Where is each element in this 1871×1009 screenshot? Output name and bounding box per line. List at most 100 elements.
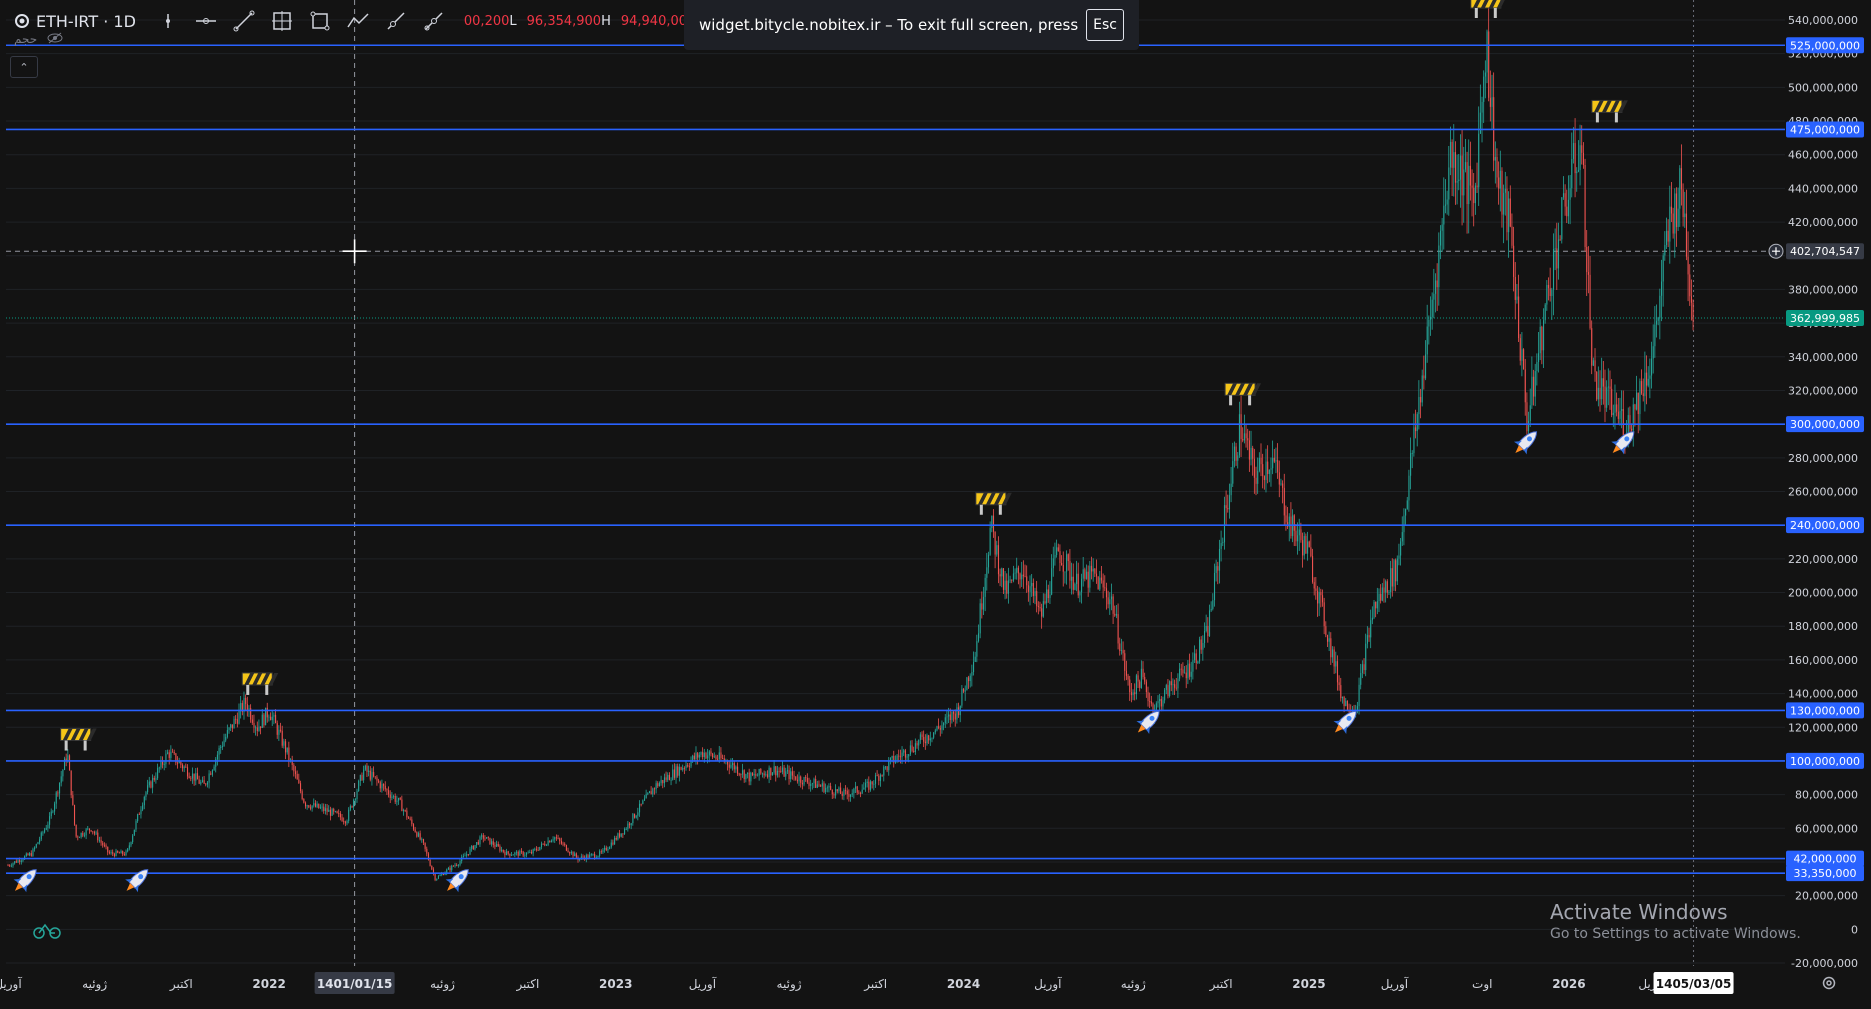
candle-body: [30, 853, 32, 857]
candle-body: [464, 855, 466, 857]
candle-body: [1516, 296, 1518, 300]
candle-body: [1177, 678, 1179, 689]
candle-body: [1225, 505, 1227, 509]
horizontal-line-icon[interactable]: [190, 5, 222, 37]
candle-body: [928, 735, 930, 741]
candle-body: [594, 854, 596, 858]
candle-body: [145, 792, 147, 797]
candle-body: [770, 767, 772, 776]
measure-icon[interactable]: [418, 5, 450, 37]
candle-body: [1656, 320, 1658, 325]
price-chart[interactable]: 540,000,000520,000,000500,000,000480,000…: [0, 0, 1871, 1009]
candle-body: [100, 840, 102, 843]
candle-body: [404, 810, 406, 811]
candle-body: [127, 848, 129, 852]
path-icon[interactable]: [342, 5, 374, 37]
candle-body: [1579, 145, 1581, 171]
candle-body: [761, 773, 764, 775]
candle-body: [1062, 565, 1064, 572]
candle-body: [1413, 427, 1415, 454]
candle-body: [1086, 571, 1088, 579]
candle-body: [1423, 375, 1425, 379]
rectangle-icon[interactable]: [304, 5, 336, 37]
candle-body: [117, 850, 119, 853]
candle-body: [607, 849, 609, 851]
candle-body: [874, 775, 877, 784]
candle-body: [185, 766, 187, 768]
candle-body: [562, 843, 564, 845]
candle-body: [1220, 543, 1222, 549]
candle-body: [348, 809, 350, 821]
fullscreen-notice-text: widget.bitycle.nobitex.ir – To exit full…: [698, 16, 1079, 34]
candle-body: [1087, 571, 1089, 588]
candle-body: [1280, 483, 1282, 485]
collapse-button[interactable]: ⌃: [10, 56, 38, 78]
candle-body: [1508, 198, 1510, 233]
candle-body: [1611, 388, 1613, 416]
candle-body: [1421, 375, 1423, 403]
candle-body: [662, 780, 664, 784]
candle-body: [457, 864, 459, 866]
candle-body: [1431, 299, 1433, 317]
candle-body: [497, 843, 499, 847]
candle-body: [614, 837, 616, 845]
x-tick-label: 2024: [947, 977, 980, 991]
candle-body: [168, 752, 170, 758]
candle-body: [1260, 457, 1262, 465]
candle-body: [205, 783, 207, 785]
candle-body: [732, 763, 734, 765]
candle-body: [848, 794, 850, 797]
candle-body: [801, 782, 803, 785]
candle-body: [1518, 296, 1520, 339]
candle-body: [1004, 580, 1006, 590]
candle-body: [1692, 302, 1694, 321]
volume-label[interactable]: حجم: [14, 32, 37, 47]
candle-body: [201, 780, 204, 782]
candle-body: [1366, 635, 1368, 644]
candle-body: [122, 851, 124, 855]
candle-body: [1425, 354, 1427, 379]
candle-body: [1541, 326, 1543, 351]
candle-body: [138, 814, 140, 815]
candle-body: [1237, 455, 1239, 461]
candle-body: [1302, 540, 1304, 556]
eye-hidden-icon[interactable]: [47, 32, 63, 47]
candle-body: [1243, 433, 1245, 441]
candle-body: [1536, 362, 1538, 372]
candle-body: [648, 791, 651, 794]
candle-body: [1463, 169, 1465, 196]
candle-body: [1232, 461, 1234, 484]
candle-body: [1498, 177, 1500, 189]
candle-body: [98, 840, 100, 841]
ray-icon[interactable]: [380, 5, 412, 37]
ohlc-high: 96,354,900H: [526, 13, 611, 29]
candle-body: [1207, 625, 1209, 637]
candle-body: [1051, 568, 1053, 595]
candle-body: [1388, 591, 1390, 593]
candle-body: [1544, 304, 1546, 321]
candle-body: [813, 778, 815, 784]
candle-body: [604, 847, 606, 850]
candle-body: [1586, 246, 1588, 273]
candle-body: [911, 745, 913, 751]
candle-body: [1308, 541, 1310, 548]
crosshair-grid-icon[interactable]: [266, 5, 298, 37]
candle-body: [165, 753, 167, 765]
cursor-icon[interactable]: [152, 5, 184, 37]
candle-body: [665, 777, 667, 780]
y-tick-label: 280,000,000: [1788, 452, 1858, 465]
candle-body: [1061, 563, 1063, 566]
esc-key[interactable]: Esc: [1086, 9, 1125, 41]
candle-body: [592, 854, 594, 855]
trend-line-icon[interactable]: [228, 5, 260, 37]
candle-body: [1577, 170, 1580, 172]
gear-icon[interactable]: [1821, 975, 1837, 995]
candle-body: [838, 787, 840, 792]
symbol-title[interactable]: ETH-IRT · 1D: [14, 12, 136, 31]
candle-body: [504, 851, 506, 856]
candle-body: [1569, 188, 1571, 200]
candle-body: [989, 528, 991, 555]
candle-body: [90, 830, 92, 832]
candle-body: [730, 764, 732, 768]
candle-body: [1097, 576, 1099, 590]
